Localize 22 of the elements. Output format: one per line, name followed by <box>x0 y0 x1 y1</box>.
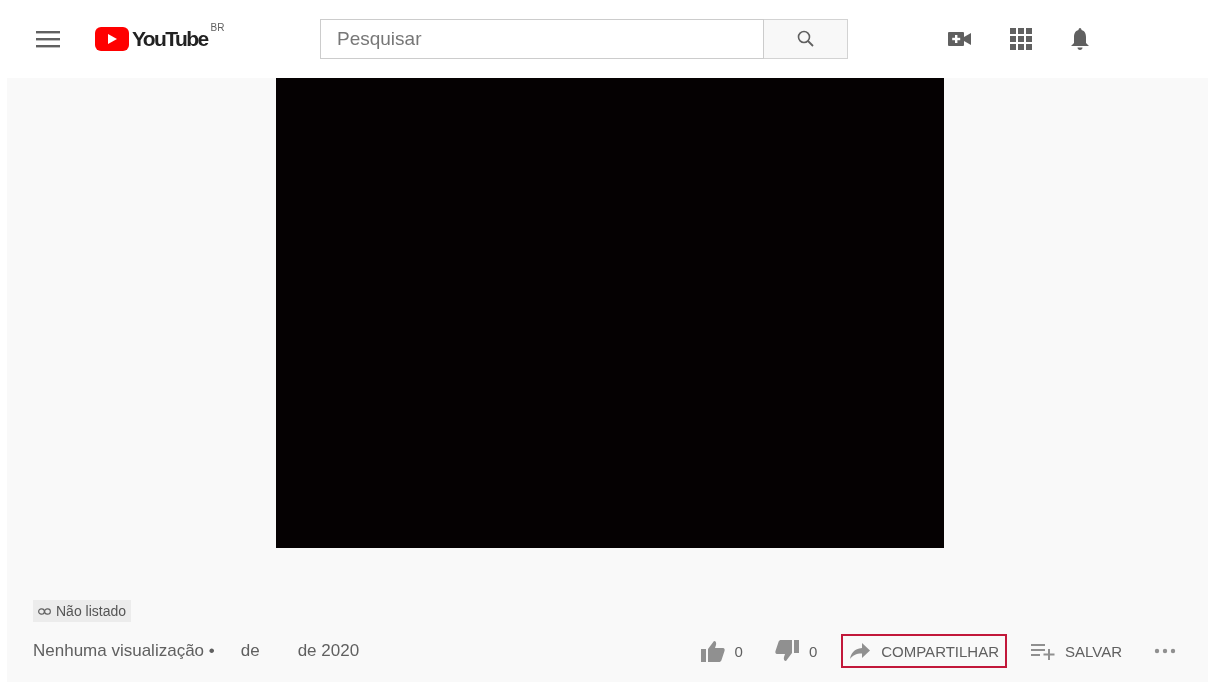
like-button[interactable]: 0 <box>692 632 751 670</box>
region-label: BR <box>210 22 225 33</box>
playlist-add-icon <box>1031 642 1056 660</box>
date-text: de <box>240 641 260 661</box>
share-arrow-icon <box>849 642 872 660</box>
logo-text[interactable]: YouTube <box>132 26 211 52</box>
logo-icon[interactable] <box>95 27 129 51</box>
date-text: de 2020 <box>297 641 360 661</box>
more-icon <box>1154 648 1176 654</box>
bell-icon[interactable] <box>1070 27 1090 51</box>
apps-grid-icon[interactable] <box>1010 28 1032 50</box>
view-count: Nenhuma visualização • <box>33 641 215 661</box>
thumbs-up-icon <box>700 640 725 662</box>
save-button[interactable]: SALVAR <box>1023 634 1130 668</box>
menu-icon[interactable] <box>36 30 60 48</box>
video-camera-icon[interactable] <box>948 31 972 47</box>
thumbs-down-icon <box>774 640 799 662</box>
unlisted-badge: Não listado <box>33 600 132 622</box>
share-button[interactable]: COMPARTILHAR <box>841 634 1008 668</box>
dislike-button[interactable]: 0 <box>766 632 826 670</box>
search-field[interactable]: Pesquisar <box>320 19 764 59</box>
search-icon <box>795 29 816 49</box>
